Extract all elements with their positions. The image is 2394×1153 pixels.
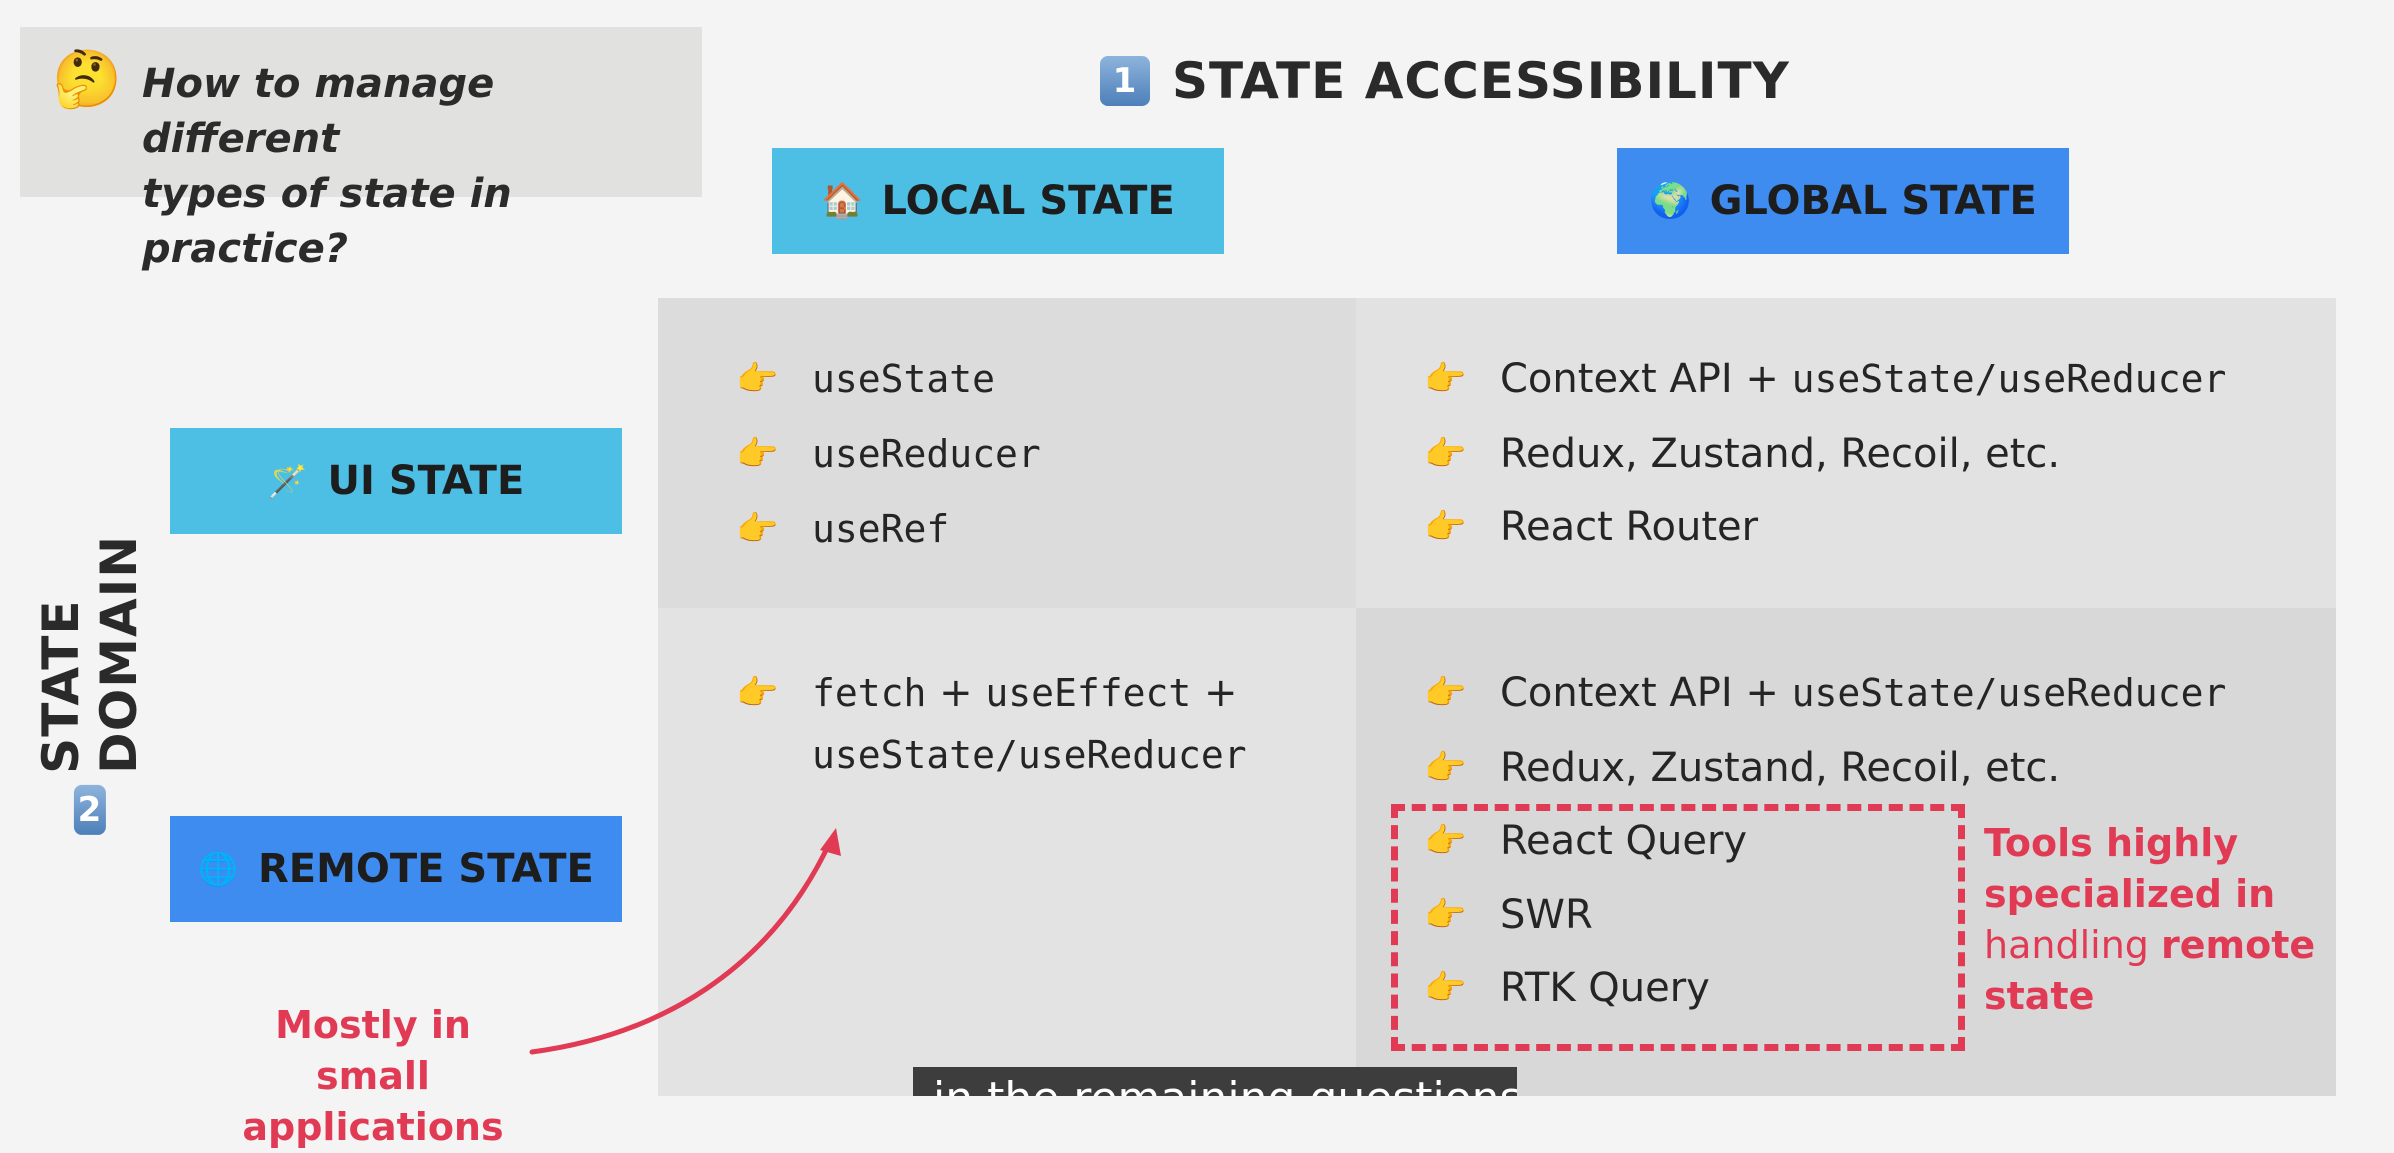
item-text-plain: Context API + bbox=[1500, 356, 1792, 402]
item-text: Context API + useState/useReducer bbox=[1500, 662, 2226, 724]
list-item: 👉 fetch + useEffect + useState/useReduce… bbox=[736, 662, 1247, 786]
globe-icon: 🌍 bbox=[1649, 181, 1692, 221]
tools-note-line: specialized in bbox=[1984, 872, 2276, 916]
item-text-code: useState/useReducer bbox=[812, 733, 1247, 777]
state-domain-label: 2 STATE DOMAIN bbox=[32, 496, 148, 835]
item-text-plain: + bbox=[1191, 670, 1238, 716]
thinking-face-icon: 🤔 bbox=[52, 47, 122, 112]
item-text-code: useState/useReducer bbox=[1791, 671, 2227, 715]
tools-note-line: Tools highly bbox=[1984, 821, 2239, 865]
pointing-hand-icon: 👉 bbox=[736, 359, 779, 399]
pointing-hand-icon: 👉 bbox=[1424, 434, 1467, 474]
hook-name: useRef bbox=[812, 507, 950, 551]
list-item: 👉 Context API + useState/useReducer bbox=[1424, 662, 2226, 724]
column-header-global: 🌍 GLOBAL STATE bbox=[1617, 148, 2069, 254]
number-one-badge-icon: 1 bbox=[1100, 56, 1150, 106]
pointing-hand-icon: 👉 bbox=[1424, 748, 1467, 788]
item-text: React Router bbox=[1500, 504, 1759, 550]
pointing-hand-icon: 👉 bbox=[736, 509, 779, 549]
magic-wand-icon: 🪄 bbox=[267, 462, 308, 500]
list-item: 👉 useRef bbox=[736, 498, 949, 560]
column-header-global-label: GLOBAL STATE bbox=[1709, 178, 2037, 224]
item-text-code: useEffect bbox=[985, 671, 1192, 715]
small-apps-note-line: applications bbox=[242, 1105, 504, 1149]
item-text-plain: Context API + bbox=[1500, 670, 1792, 716]
list-item: 👉 Context API + useState/useReducer bbox=[1424, 348, 2226, 410]
pointing-hand-icon: 👉 bbox=[1424, 673, 1467, 713]
question-line-2: types of state in practice? bbox=[142, 171, 512, 272]
state-domain-text: STATE DOMAIN bbox=[32, 534, 148, 774]
list-item: 👉 Redux, Zustand, Recoil, etc. bbox=[1424, 737, 2060, 799]
page-title-text: STATE ACCESSIBILITY bbox=[1172, 52, 1790, 110]
globe-meridians-icon: 🌐 bbox=[198, 850, 238, 888]
list-item: 👉 useReducer bbox=[736, 423, 1041, 485]
curved-arrow-icon bbox=[529, 828, 841, 1055]
tools-note-plain: handling bbox=[1984, 923, 2161, 967]
item-text: Redux, Zustand, Recoil, etc. bbox=[1500, 745, 2061, 791]
number-two-badge-icon: 2 bbox=[73, 784, 107, 835]
tools-note: Tools highly specialized in handling rem… bbox=[1984, 818, 2315, 1022]
question-text: How to manage different types of state i… bbox=[142, 57, 702, 277]
item-text: Context API + useState/useReducer bbox=[1500, 348, 2226, 410]
item-text: Redux, Zustand, Recoil, etc. bbox=[1500, 431, 2061, 477]
remote-tools-highlight-box bbox=[1391, 804, 1965, 1051]
list-item: 👉 React Router bbox=[1424, 496, 1758, 558]
column-header-local-label: LOCAL STATE bbox=[881, 178, 1175, 224]
small-apps-note-line: Mostly in small bbox=[275, 1003, 471, 1098]
question-line-1: How to manage different bbox=[142, 61, 495, 162]
row-header-ui-label: UI STATE bbox=[327, 458, 525, 504]
item-text-plain: + bbox=[926, 670, 986, 716]
hook-name: useState bbox=[812, 357, 996, 401]
row-header-ui: 🪄 UI STATE bbox=[170, 428, 622, 534]
pointing-hand-icon: 👉 bbox=[1424, 507, 1467, 547]
column-header-local: 🏠 LOCAL STATE bbox=[772, 148, 1224, 254]
video-caption-text: in the remaining questions bbox=[933, 1073, 1517, 1096]
house-icon: 🏠 bbox=[821, 181, 864, 221]
tools-note-bold: remote bbox=[2160, 923, 2316, 967]
hook-name: useReducer bbox=[812, 432, 1041, 476]
pointing-hand-icon: 👉 bbox=[1424, 359, 1467, 399]
tools-note-line: handling remote bbox=[1984, 920, 2315, 971]
pointing-hand-icon: 👉 bbox=[736, 434, 779, 474]
video-caption: in the remaining questions bbox=[913, 1067, 1517, 1096]
pointing-hand-icon: 👉 bbox=[736, 673, 779, 713]
item-text-code: fetch bbox=[812, 671, 927, 715]
tools-note-line: state bbox=[1984, 974, 2095, 1018]
page-title: 1 STATE ACCESSIBILITY bbox=[1100, 52, 1790, 110]
list-item: 👉 useState bbox=[736, 348, 995, 410]
item-text: fetch + useEffect + useState/useReducer bbox=[812, 662, 1247, 786]
list-item: 👉 Redux, Zustand, Recoil, etc. bbox=[1424, 423, 2060, 485]
small-apps-note: Mostly in small applications bbox=[228, 1000, 518, 1153]
item-text-code: useState/useReducer bbox=[1791, 357, 2227, 401]
